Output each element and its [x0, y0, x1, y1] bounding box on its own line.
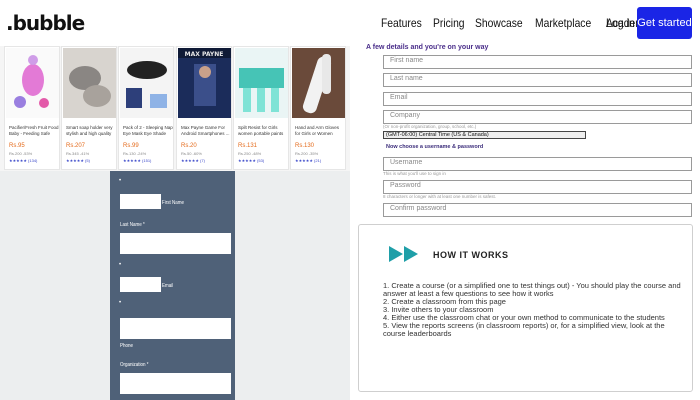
- product-title: Hand and Arm Gloves for Girls or Women (…: [295, 125, 340, 136]
- username-placeholder: Username: [390, 159, 423, 166]
- company-field[interactable]: Company: [383, 110, 692, 124]
- step-item: 5. View the reports screens (in classroo…: [383, 321, 665, 338]
- password-field[interactable]: Password: [383, 180, 692, 194]
- confirm-password-field[interactable]: Confirm password: [383, 203, 692, 217]
- product-title: Max Payne Game For Android Smartphones .…: [181, 125, 230, 136]
- timezone-select[interactable]: (GMT-06:00) Central Time (US & Canada): [383, 131, 586, 139]
- nav-showcase[interactable]: Showcase: [475, 16, 523, 30]
- product-discount: Rs.345 -41%: [66, 151, 90, 156]
- how-it-works-steps: 1. Create a course (or a simplified one …: [383, 282, 683, 338]
- product-card[interactable]: Pack of 2 - Sleeping Nap Eye Mask Eye Sh…: [118, 46, 174, 170]
- password-placeholder: Password: [390, 182, 421, 189]
- first-name-input[interactable]: [120, 194, 161, 209]
- product-rating: ★★★★★ (7): [181, 158, 205, 163]
- phone-input[interactable]: [120, 318, 231, 339]
- product-rating: ★★★★★ (134): [9, 158, 38, 163]
- email-input[interactable]: [120, 277, 161, 292]
- company-placeholder: Company: [390, 112, 420, 119]
- double-arrow-icon: [389, 246, 418, 262]
- product-discount: Rs.250 -48%: [238, 151, 262, 156]
- product-title: Smart soap holder very stylish and high …: [66, 125, 113, 136]
- product-rating: ★★★★★ (5): [66, 158, 90, 163]
- last-name-placeholder: Last name: [390, 75, 423, 82]
- company-note: (Or non-profit organization, group, scho…: [383, 124, 477, 129]
- nav-pricing[interactable]: Pricing: [433, 16, 465, 30]
- organization-label: Organization *: [120, 362, 149, 368]
- step-item: 1. Create a course (or a simplified one …: [383, 281, 681, 298]
- email-placeholder: Email: [390, 94, 408, 101]
- product-image-eye-mask: [120, 48, 173, 118]
- product-card[interactable]: Pacifier/Fresh Fruit Food Baby - Feeding…: [4, 46, 60, 170]
- product-price: Rs.20: [181, 143, 197, 149]
- email-label: Email: [162, 283, 174, 289]
- first-name-field[interactable]: First name: [383, 55, 692, 69]
- product-title: Spilt Resist for Girls women portable pa…: [238, 125, 284, 136]
- product-price: Rs.99: [123, 143, 139, 149]
- product-rating: ★★★★★ (53): [238, 158, 265, 163]
- product-image-max-payne: MAX PAYNE: [178, 48, 231, 118]
- product-image-soap-holder: [63, 48, 116, 118]
- svg-text:MAX PAYNE: MAX PAYNE: [185, 51, 224, 58]
- last-name-label: Last Name *: [120, 222, 145, 228]
- how-it-works-title: HOW IT WORKS: [433, 250, 509, 260]
- email-field[interactable]: Email: [383, 92, 692, 106]
- product-discount: Rs.130 -24%: [123, 151, 147, 156]
- form-heading: A few details and you're on your way: [366, 44, 489, 51]
- bullet: •: [119, 300, 122, 306]
- product-card[interactable]: Smart soap holder very stylish and high …: [61, 46, 117, 170]
- credentials-heading: Now choose a username & password: [386, 144, 484, 150]
- organization-input[interactable]: [120, 373, 231, 394]
- product-image-pacifier: [6, 48, 59, 118]
- product-title: Pacifier/Fresh Fruit Food Baby - Feeding…: [9, 125, 59, 136]
- product-price: Rs.131: [238, 143, 258, 149]
- product-image-gloves: [292, 48, 345, 118]
- product-title: Pack of 2 - Sleeping Nap Eye Mask Eye Sh…: [123, 125, 173, 136]
- first-name-placeholder: First name: [390, 57, 424, 64]
- product-rating: ★★★★★ (151): [123, 158, 152, 163]
- bullet: •: [119, 178, 122, 184]
- confirm-password-placeholder: Confirm password: [390, 205, 447, 212]
- product-image-paints: [235, 48, 288, 118]
- nav-marketplace[interactable]: Marketplace: [535, 16, 591, 30]
- login-link[interactable]: Log in: [606, 16, 635, 30]
- product-card[interactable]: Spilt Resist for Girls women portable pa…: [233, 46, 289, 170]
- page: .bubble Features Pricing Showcase Market…: [0, 0, 700, 400]
- product-card[interactable]: Hand and Arm Gloves for Girls or Women (…: [290, 46, 346, 170]
- first-name-label: First Name: [162, 200, 185, 206]
- product-strip: Pacifier/Fresh Fruit Food Baby - Feeding…: [0, 46, 350, 171]
- get-started-button[interactable]: Get started: [637, 7, 692, 39]
- product-discount: Rs.200 -53%: [9, 151, 33, 156]
- username-field[interactable]: Username: [383, 157, 692, 171]
- bubble-logo[interactable]: .bubble: [6, 11, 85, 35]
- username-note: This is what you'll use to sign in: [383, 171, 446, 176]
- last-name-field[interactable]: Last name: [383, 73, 692, 87]
- last-name-input[interactable]: [120, 233, 231, 254]
- product-price: Rs.95: [9, 143, 25, 149]
- product-price: Rs.207: [66, 143, 86, 149]
- nav-features[interactable]: Features: [381, 16, 422, 30]
- product-discount: Rs.50 -60%: [181, 151, 202, 156]
- password-note: 8 characters or longer with at least one…: [383, 194, 497, 199]
- product-price: Rs.130: [295, 143, 315, 149]
- product-rating: ★★★★★ (21): [295, 158, 322, 163]
- bullet: •: [119, 262, 122, 268]
- product-card[interactable]: MAX PAYNE Max Payne Game For Android Sma…: [176, 46, 232, 170]
- top-nav-bar: .bubble Features Pricing Showcase Market…: [0, 0, 700, 46]
- product-discount: Rs.200 -35%: [295, 151, 319, 156]
- phone-label: Phone: [120, 343, 134, 349]
